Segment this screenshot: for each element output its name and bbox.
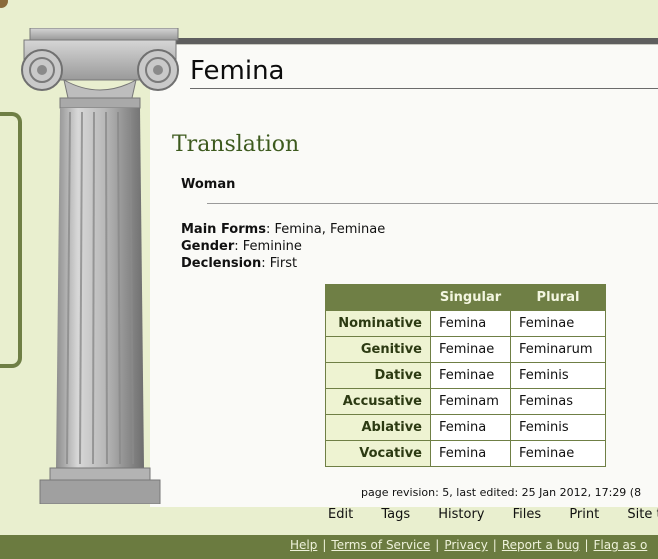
table-row: Ablative Femina Feminis xyxy=(325,414,606,441)
report-bug-link[interactable]: Report a bug xyxy=(502,538,580,552)
page-options-bar: Edit Tags History Files Print Site tool xyxy=(328,507,658,522)
plural-cell: Feminas xyxy=(510,388,606,415)
plural-cell: Feminis xyxy=(510,414,606,441)
case-label: Ablative xyxy=(325,414,431,441)
separator: | xyxy=(322,538,327,552)
table-row: Dative Feminae Feminis xyxy=(325,362,606,389)
singular-cell: Feminae xyxy=(430,362,511,389)
header-singular: Singular xyxy=(430,284,511,311)
footer-bar: Help | Terms of Service | Privacy | Report a b… xyxy=(0,535,658,559)
gender-label: Gender xyxy=(181,239,235,254)
terms-link[interactable]: Terms of Service xyxy=(331,538,430,552)
help-link[interactable]: Help xyxy=(290,538,317,552)
history-link[interactable]: History xyxy=(438,507,484,522)
main-forms-line: Main Forms: Femina, Feminae xyxy=(181,221,385,238)
table-row: Nominative Femina Feminae xyxy=(325,310,606,337)
header-plural: Plural xyxy=(510,284,606,311)
case-label: Genitive xyxy=(325,336,431,363)
table-row: Genitive Feminae Feminarum xyxy=(325,336,606,363)
case-label: Accusative xyxy=(325,388,431,415)
gender-line: Gender: Feminine xyxy=(181,238,385,255)
main-forms-value: : Femina, Feminae xyxy=(265,222,386,237)
separator: | xyxy=(584,538,589,552)
separator: | xyxy=(492,538,497,552)
case-label: Nominative xyxy=(325,310,431,337)
header-blank xyxy=(325,284,431,311)
privacy-link[interactable]: Privacy xyxy=(444,538,487,552)
site-tools-link[interactable]: Site tool xyxy=(627,507,658,522)
singular-cell: Feminam xyxy=(430,388,511,415)
declension-value: : First xyxy=(261,256,298,271)
declension-line: Declension: First xyxy=(181,255,385,272)
plural-cell: Feminae xyxy=(510,440,606,467)
tags-link[interactable]: Tags xyxy=(381,507,410,522)
singular-cell: Femina xyxy=(430,440,511,467)
translation-text: Woman xyxy=(181,177,236,192)
ionic-column-image xyxy=(20,28,180,504)
section-heading: Translation xyxy=(172,132,300,157)
flag-link[interactable]: Flag as o xyxy=(594,538,648,552)
edit-link[interactable]: Edit xyxy=(328,507,353,522)
gender-value: : Feminine xyxy=(234,239,302,254)
footer-links: Help | Terms of Service | Privacy | Report a b… xyxy=(290,538,647,552)
singular-cell: Feminae xyxy=(430,336,511,363)
left-decorative-frame xyxy=(0,112,22,368)
plural-cell: Feminis xyxy=(510,362,606,389)
singular-cell: Femina xyxy=(430,414,511,441)
word-forms: Main Forms: Femina, Feminae Gender: Femi… xyxy=(181,221,385,272)
table-header-row: Singular Plural xyxy=(325,284,606,311)
table-row: Accusative Feminam Feminas xyxy=(325,388,606,415)
case-label: Vocative xyxy=(325,440,431,467)
plural-cell: Feminarum xyxy=(510,336,606,363)
page-revision-info: page revision: 5, last edited: 25 Jan 20… xyxy=(361,486,642,499)
declension-table: Singular Plural Nominative Femina Femina… xyxy=(325,284,606,467)
print-link[interactable]: Print xyxy=(569,507,599,522)
horizontal-rule xyxy=(207,203,658,204)
corner-ornament xyxy=(0,0,8,8)
singular-cell: Femina xyxy=(430,310,511,337)
files-link[interactable]: Files xyxy=(513,507,542,522)
table-row: Vocative Femina Feminae xyxy=(325,440,606,467)
declension-label: Declension xyxy=(181,256,262,271)
main-forms-label: Main Forms xyxy=(181,222,266,237)
separator: | xyxy=(435,538,440,552)
page-title: Femina xyxy=(190,54,658,89)
plural-cell: Feminae xyxy=(510,310,606,337)
case-label: Dative xyxy=(325,362,431,389)
